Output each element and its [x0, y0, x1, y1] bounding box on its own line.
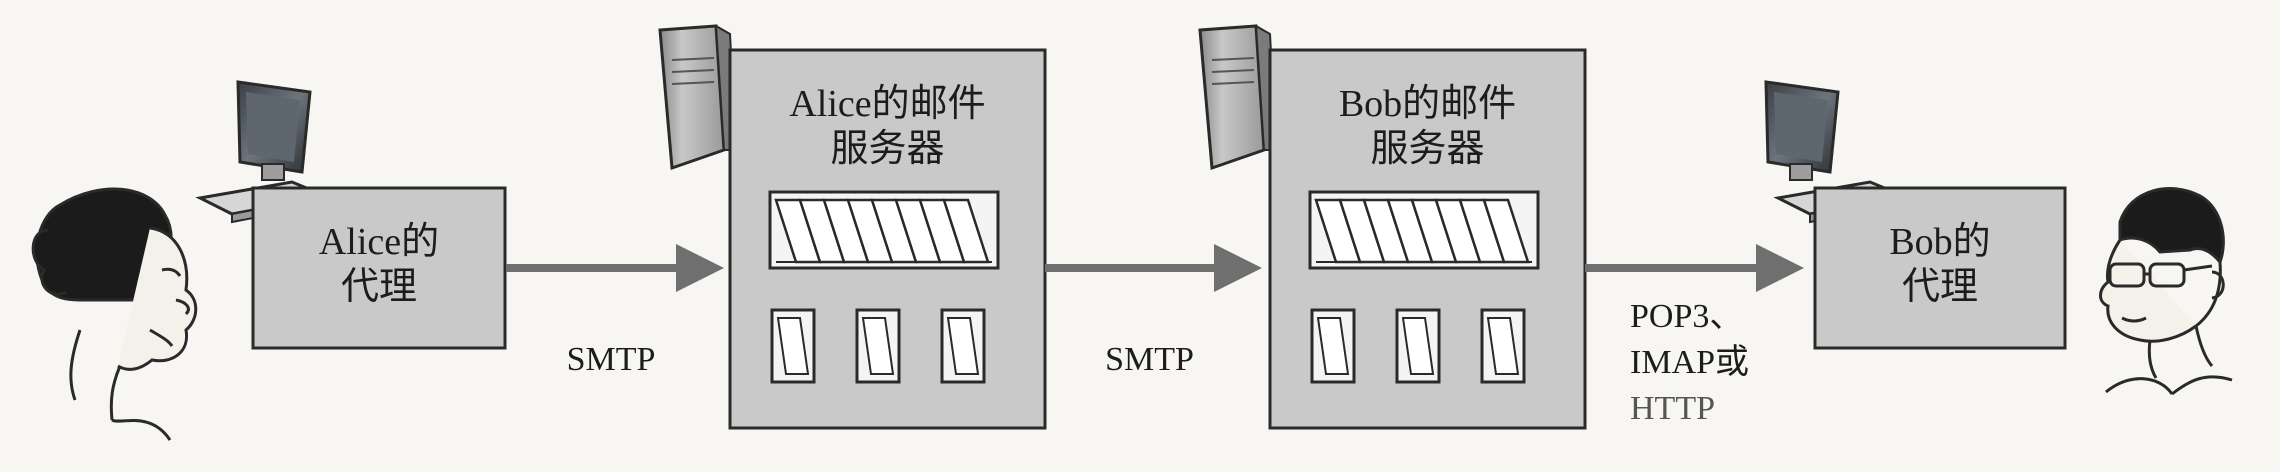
server-tower-icon — [1198, 24, 1278, 171]
protocol-label-pop3: POP3、 — [1630, 298, 1744, 335]
bob-agent-label-line2: 代理 — [1901, 265, 1978, 308]
person-bob-icon — [2099, 187, 2233, 396]
protocol-label-http: HTTP — [1630, 390, 1715, 428]
protocol-label-smtp-1: SMTP — [566, 341, 656, 378]
bob-agent-label: Bob的 代理 — [1815, 220, 2065, 310]
server-tower-icon — [658, 24, 738, 171]
alice-server-label-line2: 服务器 — [830, 127, 945, 170]
message-queue-icon — [768, 190, 1000, 270]
email-system-diagram: Alice的 代理 Alice的邮件 服务器 Bob的邮件 服务器 Bob的 代… — [0, 0, 2280, 472]
message-queue-icon — [1308, 190, 1540, 270]
alice-agent-label: Alice的 代理 — [253, 220, 505, 310]
bob-server-label-line1: Bob的邮件 — [1338, 83, 1517, 125]
mailbox-icon — [770, 308, 986, 384]
bob-server-label-line2: 服务器 — [1370, 127, 1485, 170]
alice-server-label-line1: Alice的邮件 — [789, 83, 986, 125]
protocol-label-smtp-2: SMTP — [1105, 341, 1194, 378]
protocol-label-imap: IMAP或 — [1630, 344, 1750, 382]
mailbox-icon — [1310, 308, 1526, 384]
alice-agent-label-line2: 代理 — [340, 265, 417, 308]
bob-server-label: Bob的邮件 服务器 — [1270, 82, 1585, 172]
person-alice-icon — [31, 187, 198, 441]
alice-agent-label-line1: Alice的 — [318, 221, 440, 263]
protocol-label-retrieval: POP3、 IMAP或 HTTP — [1630, 294, 1800, 433]
bob-agent-label-line1: Bob的 — [1889, 221, 1991, 263]
alice-server-label: Alice的邮件 服务器 — [730, 82, 1045, 172]
